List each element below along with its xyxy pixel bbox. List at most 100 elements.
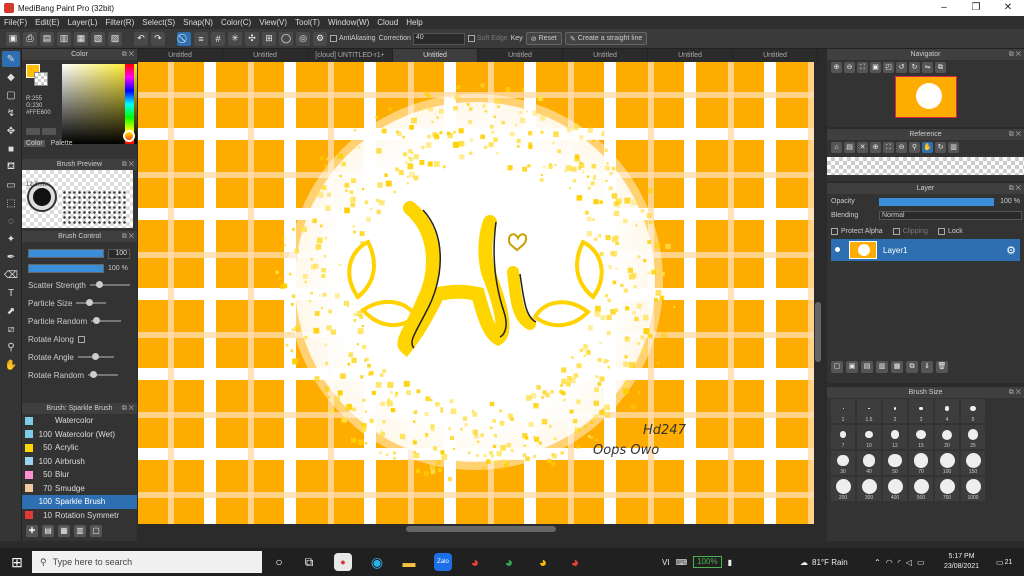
network-icon[interactable]: ◠ — [886, 558, 893, 567]
clipping-checkbox[interactable] — [892, 228, 900, 235]
reference-close-icon[interactable]: ✕ — [857, 142, 868, 153]
close-button[interactable]: ✕ — [994, 0, 1022, 16]
chrome-icon[interactable]: ◕ — [466, 553, 484, 571]
maximize-button[interactable]: ❐ — [962, 0, 990, 16]
taskbar-search-box[interactable]: ⚲ Type here to search — [32, 551, 262, 573]
brush-size-slider[interactable] — [28, 249, 104, 258]
pin-icon[interactable]: ⧉ ✕ — [122, 403, 134, 414]
settings-snap-icon[interactable]: ⚙ — [313, 31, 327, 46]
new-1bit-layer-icon[interactable]: ▥ — [876, 361, 888, 373]
open-icon[interactable]: ▥ — [57, 31, 71, 46]
redo-icon[interactable]: ↷ — [151, 31, 165, 46]
language-indicator[interactable]: VI — [662, 558, 670, 567]
tab-palette[interactable]: Palette — [51, 140, 73, 147]
brush-list-item[interactable]: 50 Blur — [22, 468, 137, 482]
notification-center[interactable]: ▭ 21 — [996, 548, 1012, 576]
radial-snap-icon[interactable]: ✳ — [228, 31, 242, 46]
zoom-in-icon[interactable]: ⊕ — [831, 62, 842, 73]
reference-add-icon[interactable]: ⌂ — [831, 142, 842, 153]
reference-open-icon[interactable]: ▤ — [844, 142, 855, 153]
brush-size-cell[interactable]: 1000 — [961, 477, 985, 501]
pin-icon[interactable]: ⧉ ✕ — [1009, 183, 1021, 194]
canvas-tab[interactable]: [cloud] UNTITLED-r1+ — [308, 49, 393, 62]
wifi-icon[interactable]: ◜ — [898, 558, 901, 567]
new-file-icon[interactable]: ⎙ — [23, 31, 37, 46]
particle-random-slider[interactable] — [91, 317, 122, 324]
import-icon[interactable]: ▧ — [91, 31, 105, 46]
tab-color[interactable]: Color — [24, 140, 45, 147]
add-brush-icon[interactable]: ✚ — [26, 525, 38, 537]
brush-delete-icon[interactable]: ▢ — [90, 525, 102, 537]
task-view-icon[interactable]: ⧉ — [300, 553, 318, 571]
color-add-button[interactable] — [26, 128, 40, 135]
lasso-tool-icon[interactable]: ↯ — [2, 105, 20, 121]
chevron-up-icon[interactable]: ⌃ — [874, 558, 881, 567]
brush-size-cell[interactable]: 20 — [935, 425, 959, 449]
duplicate-layer-icon[interactable]: ⧉ — [906, 361, 918, 373]
brush-size-cell[interactable]: 50 — [883, 451, 907, 475]
brush-size-cell[interactable]: 1.5 — [857, 399, 881, 423]
brush-list-item[interactable]: 10 Rotation Symmetr — [22, 509, 137, 523]
reference-more-icon[interactable]: ▥ — [948, 142, 959, 153]
canvas-tab[interactable]: Untitled — [478, 49, 563, 62]
brush-folder-icon[interactable]: ▥ — [74, 525, 86, 537]
brush-size-cell[interactable]: 15 — [909, 425, 933, 449]
brush-size-cell[interactable]: 400 — [883, 477, 907, 501]
pin-icon[interactable]: ⧉ ✕ — [122, 49, 134, 60]
new-halftone-layer-icon[interactable]: ▣ — [846, 361, 858, 373]
brush-tool-icon[interactable]: ✎ — [2, 51, 20, 67]
edge-icon[interactable]: ◉ — [368, 553, 386, 571]
eraser-tool-icon[interactable]: ◆ — [2, 69, 20, 85]
canvas-tab[interactable]: Untitled — [223, 49, 308, 62]
weather-widget[interactable]: ☁ 81°F Rain — [800, 548, 848, 576]
add-brush-file-icon[interactable]: ▤ — [42, 525, 54, 537]
scroll-thumb[interactable] — [815, 302, 821, 362]
new-layer-icon[interactable]: ▢ — [831, 361, 843, 373]
reference-eyedropper-icon[interactable]: ⚲ — [909, 142, 920, 153]
chrome-profile-icon[interactable]: ◕ — [500, 553, 518, 571]
brush-size-cell[interactable]: 200 — [831, 477, 855, 501]
brush-list-item[interactable]: 100 Watercolor (Wet) — [22, 428, 137, 442]
new-folder-icon[interactable]: ▦ — [891, 361, 903, 373]
chrome-profile-2-icon[interactable]: ◕ — [534, 553, 552, 571]
antialiasing-toggle[interactable]: AntiAliasing — [330, 35, 376, 42]
clock[interactable]: 5:17 PM 23/08/2021 — [944, 548, 979, 576]
protect-alpha-checkbox[interactable] — [831, 228, 838, 235]
reference-zoom-out-icon[interactable]: ⊖ — [896, 142, 907, 153]
menu-file[interactable]: File(F) — [4, 18, 27, 27]
merge-layer-icon[interactable]: ⇓ — [921, 361, 933, 373]
save-icon[interactable]: ▤ — [40, 31, 54, 46]
flip-icon[interactable]: ⇋ — [922, 62, 933, 73]
select-tool-icon[interactable]: ⬚ — [2, 195, 20, 211]
keyboard-icon[interactable]: ⌨ — [676, 558, 688, 567]
rotate-random-slider[interactable] — [88, 371, 119, 378]
curve-snap-icon[interactable]: ◎ — [296, 31, 310, 46]
layer-settings-icon[interactable]: ⚙ — [1006, 244, 1016, 257]
reference-rotate-icon[interactable]: ↻ — [935, 142, 946, 153]
eyedropper-tool-icon[interactable]: ⚲ — [2, 339, 20, 355]
reference-image-area[interactable] — [827, 157, 1024, 175]
menu-tool[interactable]: Tool(T) — [295, 18, 320, 27]
straight-line-button[interactable]: ✎ Create a straight line — [564, 32, 648, 45]
brush-list-item[interactable]: 70 Smudge — [22, 482, 137, 496]
select-eraser-icon[interactable]: ⌫ — [2, 267, 20, 283]
menu-help[interactable]: Help — [406, 18, 422, 27]
menu-select[interactable]: Select(S) — [142, 18, 175, 27]
menu-view[interactable]: View(V) — [259, 18, 287, 27]
drawing-canvas[interactable]: Hd247 Oops Owo — [138, 62, 814, 524]
soft-edge-checkbox[interactable] — [467, 35, 475, 42]
brush-list-item[interactable]: Watercolor — [22, 414, 137, 428]
canvas-vertical-scrollbar[interactable] — [814, 62, 822, 524]
dot-tool-icon[interactable]: ▢ — [2, 87, 20, 103]
hue-cursor[interactable] — [123, 130, 135, 142]
color-swap-button[interactable] — [42, 128, 56, 135]
delete-layer-icon[interactable]: 🗑 — [936, 361, 948, 373]
lasso-select-icon[interactable]: ◌ — [2, 213, 20, 229]
zoom-out-icon[interactable]: ⊖ — [844, 62, 855, 73]
grid-snap-icon[interactable]: # — [211, 31, 225, 46]
brush-size-cell[interactable]: 3 — [909, 399, 933, 423]
layer-row[interactable]: Layer1 ⚙ — [831, 239, 1020, 261]
windows-start-icon[interactable]: ⊞ — [8, 553, 26, 571]
rotate-right-icon[interactable]: ↻ — [909, 62, 920, 73]
perspective-snap-icon[interactable]: ⊞ — [262, 31, 276, 46]
